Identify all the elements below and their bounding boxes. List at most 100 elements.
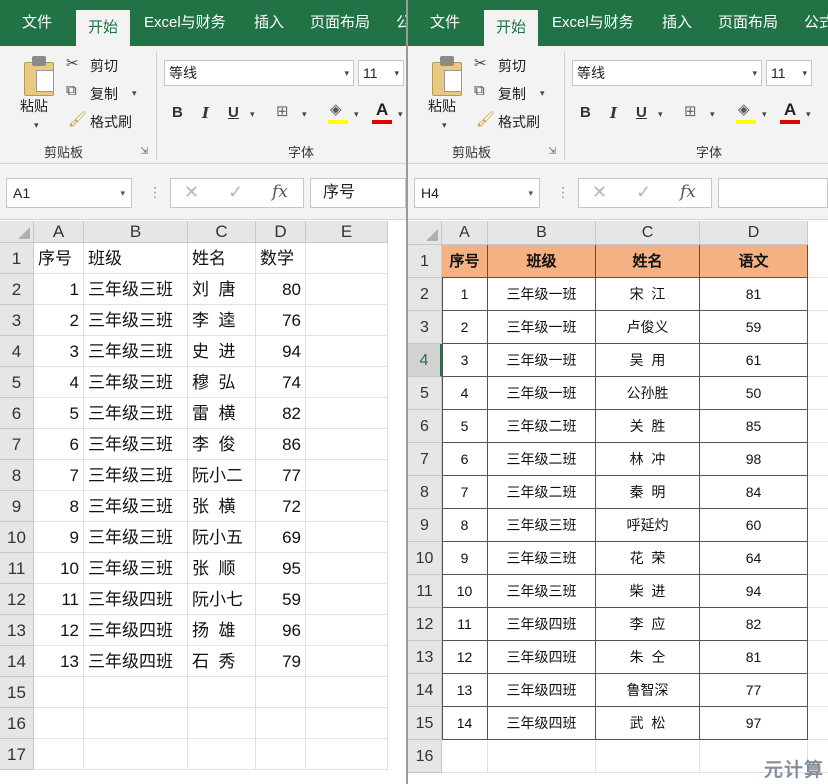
cell-r11-c1[interactable]: 三年级三班 — [84, 553, 188, 584]
table-cell[interactable]: 三年级二班 — [488, 410, 596, 443]
cell-r13-c3[interactable]: 96 — [256, 615, 306, 646]
borders-icon[interactable]: ⊞ — [684, 102, 697, 120]
cell-r10-c2[interactable]: 阮小五 — [188, 522, 256, 553]
chevron-down-icon[interactable]: ▾ — [802, 61, 807, 85]
cell-r12-c3[interactable]: 59 — [256, 584, 306, 615]
cell-r9-c2[interactable]: 张 横 — [188, 491, 256, 522]
empty-cell[interactable] — [808, 443, 828, 476]
row-header-2[interactable]: 2 — [0, 274, 34, 305]
empty-cell[interactable] — [256, 739, 306, 770]
table-cell[interactable]: 98 — [700, 443, 808, 476]
table-cell[interactable]: 三年级二班 — [488, 443, 596, 476]
font-size-combo[interactable]: 11 ▾ — [358, 60, 404, 86]
tab-0[interactable]: 文件 — [430, 0, 460, 46]
table-cell[interactable]: 9 — [442, 542, 488, 575]
copy-dropdown-caret[interactable]: ▾ — [540, 88, 545, 99]
row-header-5[interactable]: 5 — [0, 367, 34, 398]
empty-cell[interactable] — [306, 367, 388, 398]
cell-r1-c1[interactable]: 班级 — [84, 243, 188, 274]
empty-cell[interactable] — [306, 305, 388, 336]
cell-r10-c0[interactable]: 9 — [34, 522, 84, 553]
table-cell[interactable]: 三年级四班 — [488, 674, 596, 707]
table-cell[interactable]: 10 — [442, 575, 488, 608]
empty-cell[interactable] — [306, 429, 388, 460]
empty-cell[interactable] — [808, 674, 828, 707]
underline-button[interactable]: U — [636, 104, 647, 121]
cell-r11-c0[interactable]: 10 — [34, 553, 84, 584]
row-header-14[interactable]: 14 — [0, 646, 34, 677]
empty-cell[interactable] — [596, 740, 700, 773]
cell-r12-c2[interactable]: 阮小七 — [188, 584, 256, 615]
empty-cell[interactable] — [84, 739, 188, 770]
row-header-6[interactable]: 6 — [0, 398, 34, 429]
cancel-x-icon[interactable]: ✕ — [592, 182, 607, 203]
cell-r3-c3[interactable]: 76 — [256, 305, 306, 336]
empty-cell[interactable] — [306, 336, 388, 367]
table-cell[interactable]: 三年级一班 — [488, 377, 596, 410]
table-cell[interactable]: 呼延灼 — [596, 509, 700, 542]
cell-r9-c0[interactable]: 8 — [34, 491, 84, 522]
cell-r6-c2[interactable]: 雷 横 — [188, 398, 256, 429]
cell-r8-c1[interactable]: 三年级三班 — [84, 460, 188, 491]
table-cell[interactable]: 林 冲 — [596, 443, 700, 476]
empty-cell[interactable] — [306, 398, 388, 429]
column-header-C[interactable]: C — [596, 221, 700, 245]
paste-button[interactable]: 粘贴 — [20, 96, 48, 116]
empty-cell[interactable] — [306, 553, 388, 584]
table-cell[interactable]: 三年级一班 — [488, 278, 596, 311]
cell-r2-c0[interactable]: 1 — [34, 274, 84, 305]
empty-cell[interactable] — [84, 677, 188, 708]
table-cell[interactable]: 50 — [700, 377, 808, 410]
cell-r5-c2[interactable]: 穆 弘 — [188, 367, 256, 398]
fill-color-dropdown-caret[interactable]: ▾ — [354, 109, 359, 120]
table-cell[interactable]: 11 — [442, 608, 488, 641]
table-cell[interactable]: 84 — [700, 476, 808, 509]
paste-dropdown-caret[interactable]: ▾ — [442, 120, 447, 131]
empty-cell[interactable] — [306, 460, 388, 491]
table-header-cell[interactable]: 序号 — [442, 245, 488, 278]
table-cell[interactable]: 三年级一班 — [488, 311, 596, 344]
cell-r3-c2[interactable]: 李 逵 — [188, 305, 256, 336]
empty-cell[interactable] — [306, 243, 388, 274]
formula-input[interactable] — [718, 178, 828, 208]
fill-color-icon[interactable]: ◈ — [738, 100, 750, 118]
row-header-17[interactable]: 17 — [0, 739, 34, 770]
row-header-5[interactable]: 5 — [408, 377, 442, 410]
empty-cell[interactable] — [808, 245, 828, 278]
bold-button[interactable]: B — [580, 104, 591, 121]
borders-dropdown-caret[interactable]: ▾ — [710, 109, 715, 120]
table-cell[interactable]: 三年级四班 — [488, 707, 596, 740]
tab-3[interactable]: 插入 — [662, 0, 692, 46]
row-header-8[interactable]: 8 — [0, 460, 34, 491]
font-name-combo[interactable]: 等线 ▾ — [164, 60, 354, 86]
cell-r7-c1[interactable]: 三年级三班 — [84, 429, 188, 460]
column-header-D[interactable]: D — [700, 221, 808, 245]
tab-3[interactable]: 插入 — [254, 0, 284, 46]
cell-r7-c3[interactable]: 86 — [256, 429, 306, 460]
select-all-corner[interactable] — [0, 221, 34, 243]
table-header-cell[interactable]: 语文 — [700, 245, 808, 278]
empty-cell[interactable] — [306, 522, 388, 553]
table-cell[interactable]: 三年级三班 — [488, 542, 596, 575]
cell-r14-c3[interactable]: 79 — [256, 646, 306, 677]
empty-cell[interactable] — [306, 584, 388, 615]
cell-r1-c0[interactable]: 序号 — [34, 243, 84, 274]
row-header-2[interactable]: 2 — [408, 278, 442, 311]
row-header-11[interactable]: 11 — [0, 553, 34, 584]
cell-r2-c1[interactable]: 三年级三班 — [84, 274, 188, 305]
column-header-B[interactable]: B — [488, 221, 596, 245]
column-header-D[interactable]: D — [256, 221, 306, 243]
row-header-12[interactable]: 12 — [408, 608, 442, 641]
empty-cell[interactable] — [306, 491, 388, 522]
table-cell[interactable]: 三年级三班 — [488, 575, 596, 608]
table-cell[interactable]: 三年级三班 — [488, 509, 596, 542]
copy-button[interactable]: 复制 — [90, 84, 118, 104]
table-cell[interactable]: 60 — [700, 509, 808, 542]
row-header-4[interactable]: 4 — [408, 344, 442, 377]
table-cell[interactable]: 13 — [442, 674, 488, 707]
cell-r12-c0[interactable]: 11 — [34, 584, 84, 615]
row-header-6[interactable]: 6 — [408, 410, 442, 443]
row-header-16[interactable]: 16 — [408, 740, 442, 773]
cancel-x-icon[interactable]: ✕ — [184, 182, 199, 203]
font-color-dropdown-caret[interactable]: ▾ — [398, 109, 403, 120]
